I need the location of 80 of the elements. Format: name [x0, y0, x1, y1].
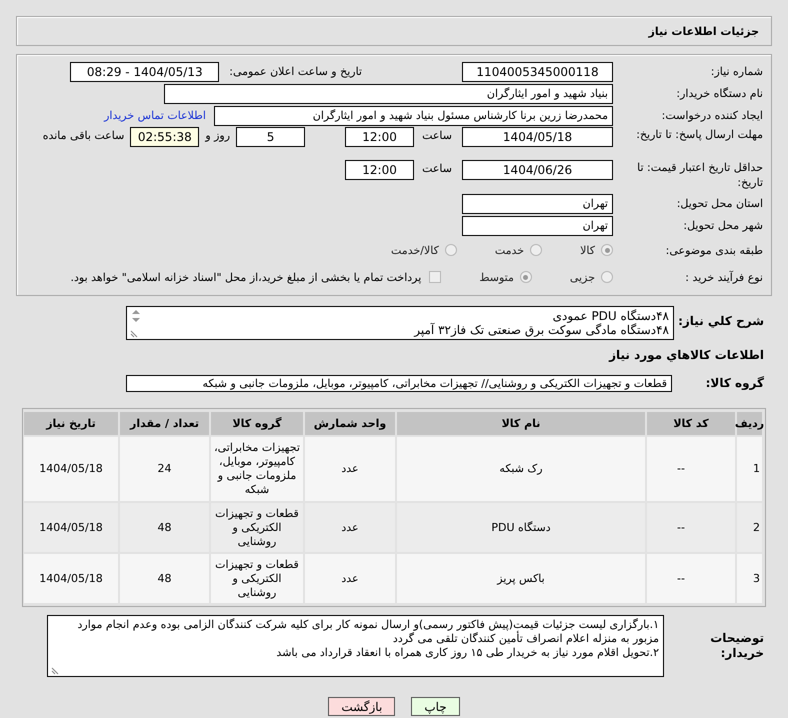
table-cell: تجهیزات مخابراتی، کامپیوتر، موبایل، ملزومات جانبی و شبکه [211, 437, 303, 501]
category-option[interactable]: خدمت [494, 244, 542, 256]
goods-group-field[interactable]: قطعات و تجهیزات الکتریکی و روشنایی// تجهیزات مخابراتی، کامپیوتر، موبایل، ملزومات جانبی و شبکه [126, 374, 672, 392]
table-cell: عدد [305, 437, 395, 501]
table-cell: 48 [120, 503, 209, 552]
field-label: شهر محل تحویل: [682, 218, 763, 233]
table-cell: قطعات و تجهیزات الکتریکی و روشنایی [211, 554, 303, 603]
column-header: واحد شمارش [305, 412, 395, 435]
table-cell: 2 [737, 503, 762, 552]
need-number-field[interactable]: 1104005345000118 [462, 62, 613, 82]
table-cell: قطعات و تجهیزات الکتریکی و روشنایی [211, 503, 303, 552]
radio-button[interactable] [530, 244, 542, 256]
page-header: جزئیات اطلاعات نیاز [16, 16, 772, 46]
table-cell: دستگاه PDU [397, 503, 645, 552]
column-header: گروه کالا [211, 412, 303, 435]
table-cell: 1404/05/18 [24, 503, 118, 552]
table-cell: 1404/05/18 [24, 554, 118, 603]
table-cell: عدد [305, 503, 395, 552]
table-cell: رک شبکه [397, 437, 645, 501]
radio-button[interactable] [601, 271, 613, 283]
column-header: ردیف [737, 412, 762, 435]
table-cell: 1404/05/18 [24, 437, 118, 501]
validity-time-field[interactable]: 12:00 [345, 160, 414, 180]
notes-box[interactable]: ۱.بارگزاری لیست جزئیات قیمت(پیش فاکتور رسمی)و ارسال نمونه کار برای کلیه شرکت کنندگان الزامی بوده وعدم انجام موارد مزبور به منزله اعلام انصراف تأمین کنندگان تلقی می گردد ۲.تحویل اقلام مورد نیاز به خریدار طی ۱۵ روز کاری همراه با انعقاد قرارداد می باشد [47, 615, 664, 677]
field-label: نوع فرآیند خرید : [684, 270, 763, 284]
treasury-label: پرداخت تمام یا بخشی از مبلغ خرید،از محل "اسناد خزانه اسلامی" خواهد بود. [70, 270, 422, 284]
print-button[interactable]: چاپ [411, 697, 460, 716]
process-option[interactable]: جزیی [570, 270, 613, 284]
column-header: کد کالا [647, 412, 735, 435]
field-label: مهلت ارسال پاسخ: تا تاریخ: [635, 127, 763, 142]
validity-date-field[interactable]: 1404/06/26 [462, 160, 613, 180]
province-field[interactable]: تهران [462, 194, 613, 214]
back-button[interactable]: بازگشت [328, 697, 396, 716]
radio-button[interactable] [601, 244, 613, 256]
table-cell: 48 [120, 554, 209, 603]
table-cell: -- [647, 554, 735, 603]
field-label: استان محل تحویل: [676, 196, 763, 211]
time-label: ساعت [422, 129, 452, 142]
remaining-time-field[interactable]: 02:55:38 [130, 127, 200, 147]
contact-link[interactable]: اطلاعات تماس خریدار [104, 109, 206, 122]
process-option[interactable]: متوسط [479, 270, 532, 284]
notes-label: توضیحات خریدار: [709, 631, 764, 661]
deadline-time-field[interactable]: 12:00 [345, 127, 414, 147]
resize-grip-icon[interactable] [130, 330, 138, 338]
days-label: روز و [205, 129, 230, 142]
buyer-name-field[interactable]: بنیاد شهید و امور ایثارگران [164, 84, 613, 104]
remaining-label: ساعت باقی مانده [42, 129, 124, 142]
creator-field[interactable]: محمدرضا زرین برنا کارشناس مسئول بنیاد شهید و امور ایثارگران [214, 106, 613, 126]
table-cell: 3 [737, 554, 762, 603]
table-cell: 1 [737, 437, 762, 501]
days-field[interactable]: 5 [236, 127, 306, 147]
field-label: طبقه بندی موضوعی: [664, 242, 763, 258]
description-box[interactable]: ۴۸دستگاه PDU عمودی ۴۸دستگاه مادگی سوکت برق صنعتی تک فاز۳۲ آمپر [126, 306, 674, 340]
description-label: شرح کلي نياز: [677, 314, 764, 329]
column-header: تعداد / مقدار [120, 412, 209, 435]
announce-date-field[interactable]: 1404/05/13 - 08:29 [70, 62, 220, 82]
table-cell: عدد [305, 554, 395, 603]
section-title: اطلاعات کالاهاي مورد نياز [608, 348, 764, 362]
category-option[interactable]: کالا [580, 244, 613, 256]
field-label: ایجاد کننده درخواست: [660, 108, 763, 123]
table-cell: باکس پریز [397, 554, 645, 603]
deadline-date-field[interactable]: 1404/05/18 [462, 127, 613, 147]
table-cell: 24 [120, 437, 209, 501]
column-header: تاریخ نیاز [24, 412, 118, 435]
table-cell: -- [647, 503, 735, 552]
resize-grip-icon[interactable] [51, 667, 59, 675]
treasury-checkbox[interactable] [429, 271, 442, 283]
column-header: نام کالا [397, 412, 645, 435]
field-label: شماره نیاز: [710, 64, 763, 79]
radio-button[interactable] [520, 271, 532, 283]
goods-group-label: گروه کالا: [704, 376, 764, 390]
time-label: ساعت [422, 162, 452, 175]
field-label: نام دستگاه خریدار: [675, 86, 763, 101]
category-option[interactable]: کالا/خدمت [391, 244, 457, 256]
radio-button[interactable] [444, 244, 457, 256]
scroll-arrows-icon[interactable] [130, 309, 142, 323]
field-label: حداقل تاریخ اعتبار قیمت: تا تاریخ: [636, 160, 763, 190]
table-cell: -- [647, 437, 735, 501]
city-field[interactable]: تهران [462, 216, 613, 236]
field-label: تاریخ و ساعت اعلان عمومی: [229, 65, 362, 78]
